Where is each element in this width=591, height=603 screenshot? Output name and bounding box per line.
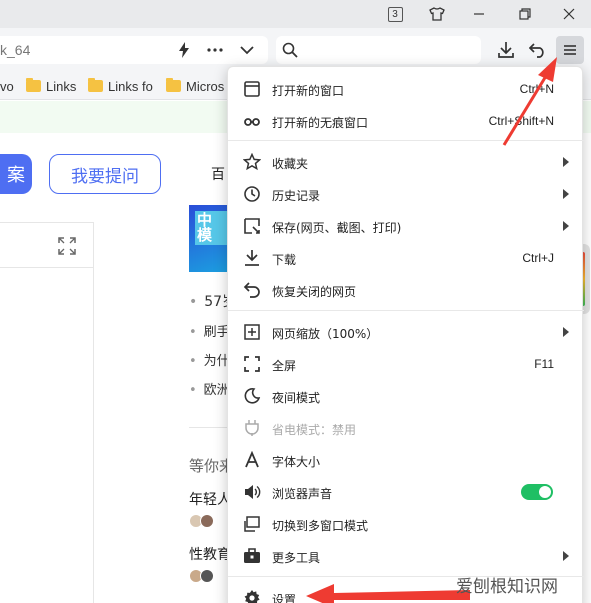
annotation-arrows: [306, 57, 557, 603]
red-arrow-to-menu-button: [502, 57, 557, 146]
red-arrow-to-settings: [306, 584, 470, 603]
watermark: 爱刨根知识网: [456, 577, 558, 597]
